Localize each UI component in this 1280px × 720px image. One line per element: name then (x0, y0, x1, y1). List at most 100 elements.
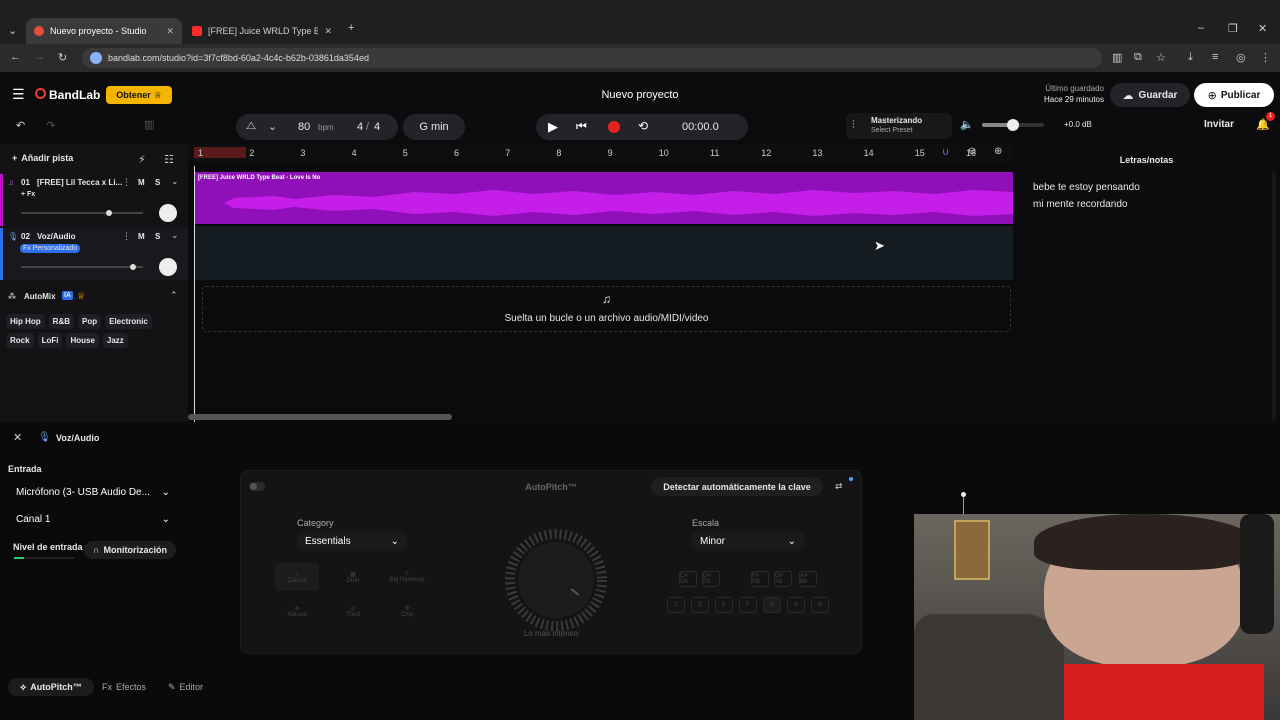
genre-rock[interactable]: Rock (6, 333, 34, 348)
menu-kebab-icon[interactable]: ⋮ (1260, 51, 1271, 64)
fx-custom-badge[interactable]: Fx Personalizado (20, 244, 81, 253)
add-track-button[interactable]: + Añadir pista (12, 153, 73, 163)
mute-button[interactable]: M (138, 232, 145, 241)
get-button[interactable]: Obtener ♕ (106, 86, 172, 104)
track-volume-slider[interactable] (21, 264, 143, 270)
genre-pop[interactable]: Pop (78, 314, 102, 329)
zoom-in-icon[interactable]: ⊕ (994, 146, 1002, 157)
track-row[interactable]: 🎙 02 Voz/Audio ⋮ M S ⌄ Fx Personalizado (0, 228, 188, 280)
track-row[interactable]: ♫ 01 [FREE] Lil Tecca x Li... ⋮ M S ⌄ + … (0, 174, 188, 226)
save-button[interactable]: ☁ Guardar (1110, 83, 1190, 107)
key-csharp[interactable]: C# Db (679, 571, 697, 587)
audio-region[interactable]: [FREE] Juice WRLD Type Beat - Love Is No (194, 172, 1013, 224)
back-icon[interactable]: ← (10, 51, 21, 63)
key-g[interactable]: G (763, 597, 781, 613)
project-title[interactable]: Nuevo proyecto (560, 89, 720, 101)
download-icon[interactable]: ⤓ (1188, 51, 1193, 64)
magnet-snap-icon[interactable]: ∪ (942, 147, 949, 158)
track-menu-icon[interactable]: ⋮ (122, 177, 131, 188)
key-selector[interactable]: G min (403, 114, 465, 140)
pan-knob[interactable] (159, 204, 177, 222)
tab-autopitch[interactable]: ⟡ AutoPitch™ (8, 678, 94, 696)
zoom-out-icon[interactable]: ⊖ (968, 146, 976, 157)
publish-button[interactable]: ⊕ Publicar (1194, 83, 1274, 107)
time-signature-numerator[interactable]: 4 (357, 121, 363, 133)
skip-back-icon[interactable]: ⏮ (576, 119, 587, 134)
track-name[interactable]: Voz/Audio (37, 232, 76, 241)
media-icon[interactable]: ≡ (1212, 51, 1218, 63)
genre-lofi[interactable]: LoFi (37, 333, 63, 348)
horizontal-scrollbar[interactable] (188, 414, 452, 420)
track-menu-icon[interactable]: ⋮ (122, 231, 131, 242)
voice-third[interactable]: ◎ Third (331, 597, 375, 625)
maximize-icon[interactable]: ❐ (1228, 22, 1238, 35)
wand-icon[interactable]: ⚡ (138, 153, 146, 166)
track-settings-icon[interactable]: ☷ (164, 153, 174, 166)
tab-effects[interactable]: Fx Efectos (102, 682, 146, 692)
chevron-up-icon[interactable]: ⌃ (170, 290, 178, 301)
lyrics-scrollbar[interactable] (1272, 172, 1276, 420)
genre-jazz[interactable]: Jazz (102, 333, 128, 348)
chevron-down-icon[interactable]: ⌄ (268, 120, 277, 133)
tab-studio[interactable]: Nuevo proyecto - Studio ✕ (26, 18, 182, 44)
mastering-button[interactable]: ⫶ Masterizando Select Preset (846, 113, 952, 139)
chevron-down-icon[interactable]: ⌄ (171, 176, 179, 187)
pan-knob[interactable] (159, 258, 177, 276)
key-fsharp[interactable]: F# Gb (751, 571, 769, 587)
reading-mode-icon[interactable]: ▥ (1112, 51, 1122, 64)
input-device-select[interactable]: Micrófono (3- USB Audio De... ⌄ (8, 481, 178, 503)
redo-icon[interactable]: ↷ (46, 119, 55, 132)
key-a[interactable]: A (787, 597, 805, 613)
track-name[interactable]: [FREE] Lil Tecca x Li... (37, 178, 122, 187)
close-panel-icon[interactable]: ✕ (13, 431, 22, 444)
timeline-area[interactable]: 1 2 3 4 5 6 7 8 9 10 11 12 13 14 15 16 ∪ ⊖ ⊕ [FREE] Jui… (188, 144, 1013, 422)
minimize-icon[interactable]: – (1198, 22, 1204, 34)
loop-icon[interactable]: ⟲ (638, 119, 648, 133)
detect-key-button[interactable]: Detectar automáticamente la clave (651, 477, 823, 496)
mute-button[interactable]: M (138, 178, 145, 187)
settings-sliders-icon[interactable]: ⇄ (835, 481, 843, 492)
window-close-icon[interactable]: ✕ (1258, 22, 1267, 35)
url-field[interactable]: bandlab.com/studio?id=3f7cf8bd-60a2-4c4c… (82, 48, 1102, 68)
play-icon[interactable]: ▶ (548, 119, 558, 135)
track-volume-slider[interactable] (21, 210, 143, 216)
fx-button[interactable]: + Fx (21, 191, 35, 198)
channel-select[interactable]: Canal 1 ⌄ (8, 508, 178, 530)
record-icon[interactable] (608, 121, 620, 133)
time-signature-denominator[interactable]: 4 (374, 121, 380, 133)
voice-duet[interactable]: ▦ Duet (331, 563, 375, 591)
translate-icon[interactable]: ⧉ (1134, 51, 1142, 64)
voice-natural[interactable]: ⊗ Natural (275, 597, 319, 625)
lyrics-line[interactable]: bebe te estoy pensando (1033, 182, 1140, 193)
drop-zone[interactable]: ♫ Suelta un bucle o un archivo audio/MID… (202, 286, 1011, 332)
key-d[interactable]: D (691, 597, 709, 613)
tab-list-icon[interactable]: ⌄ (8, 24, 17, 37)
lyrics-line[interactable]: mi mente recordando (1033, 199, 1128, 210)
hamburger-menu-icon[interactable]: ☰ (12, 86, 25, 103)
playhead[interactable] (194, 166, 195, 422)
autopitch-power-toggle[interactable] (249, 482, 265, 491)
genre-hip-hop[interactable]: Hip Hop (6, 314, 45, 329)
voice-big-harmony[interactable]: ≡ Big Harmony (385, 563, 429, 591)
speaker-icon[interactable]: 🔈 (960, 118, 974, 131)
metronome-icon[interactable]: ⧍ (246, 120, 256, 133)
forward-icon[interactable]: → (34, 51, 45, 63)
close-icon[interactable]: ✕ (324, 26, 332, 37)
bpm-value[interactable]: 80 (298, 121, 310, 133)
site-info-icon[interactable] (90, 52, 102, 64)
key-c[interactable]: C (667, 597, 685, 613)
monitoring-button[interactable]: ∩ Monitorización (84, 541, 176, 559)
tab-youtube[interactable]: [FREE] Juice WRLD Type Beat - " ✕ (184, 18, 340, 44)
vocal-track-lane[interactable] (194, 226, 1013, 280)
undo-icon[interactable]: ↶ (16, 119, 25, 132)
key-f[interactable]: F (739, 597, 757, 613)
key-gsharp[interactable]: G# Ab (774, 571, 792, 587)
key-e[interactable]: E (715, 597, 733, 613)
category-select[interactable]: Essentials ⌄ (297, 531, 407, 551)
key-b[interactable]: B (811, 597, 829, 613)
genre-electronic[interactable]: Electronic (105, 314, 152, 329)
bookmark-star-icon[interactable]: ☆ (1156, 51, 1166, 64)
timeline-ruler[interactable]: 1 2 3 4 5 6 7 8 9 10 11 12 13 14 15 16 ∪ ⊖ ⊕ (188, 144, 1013, 162)
chevron-down-icon[interactable]: ⌄ (171, 230, 179, 241)
key-dsharp[interactable]: D# Eb (702, 571, 720, 587)
